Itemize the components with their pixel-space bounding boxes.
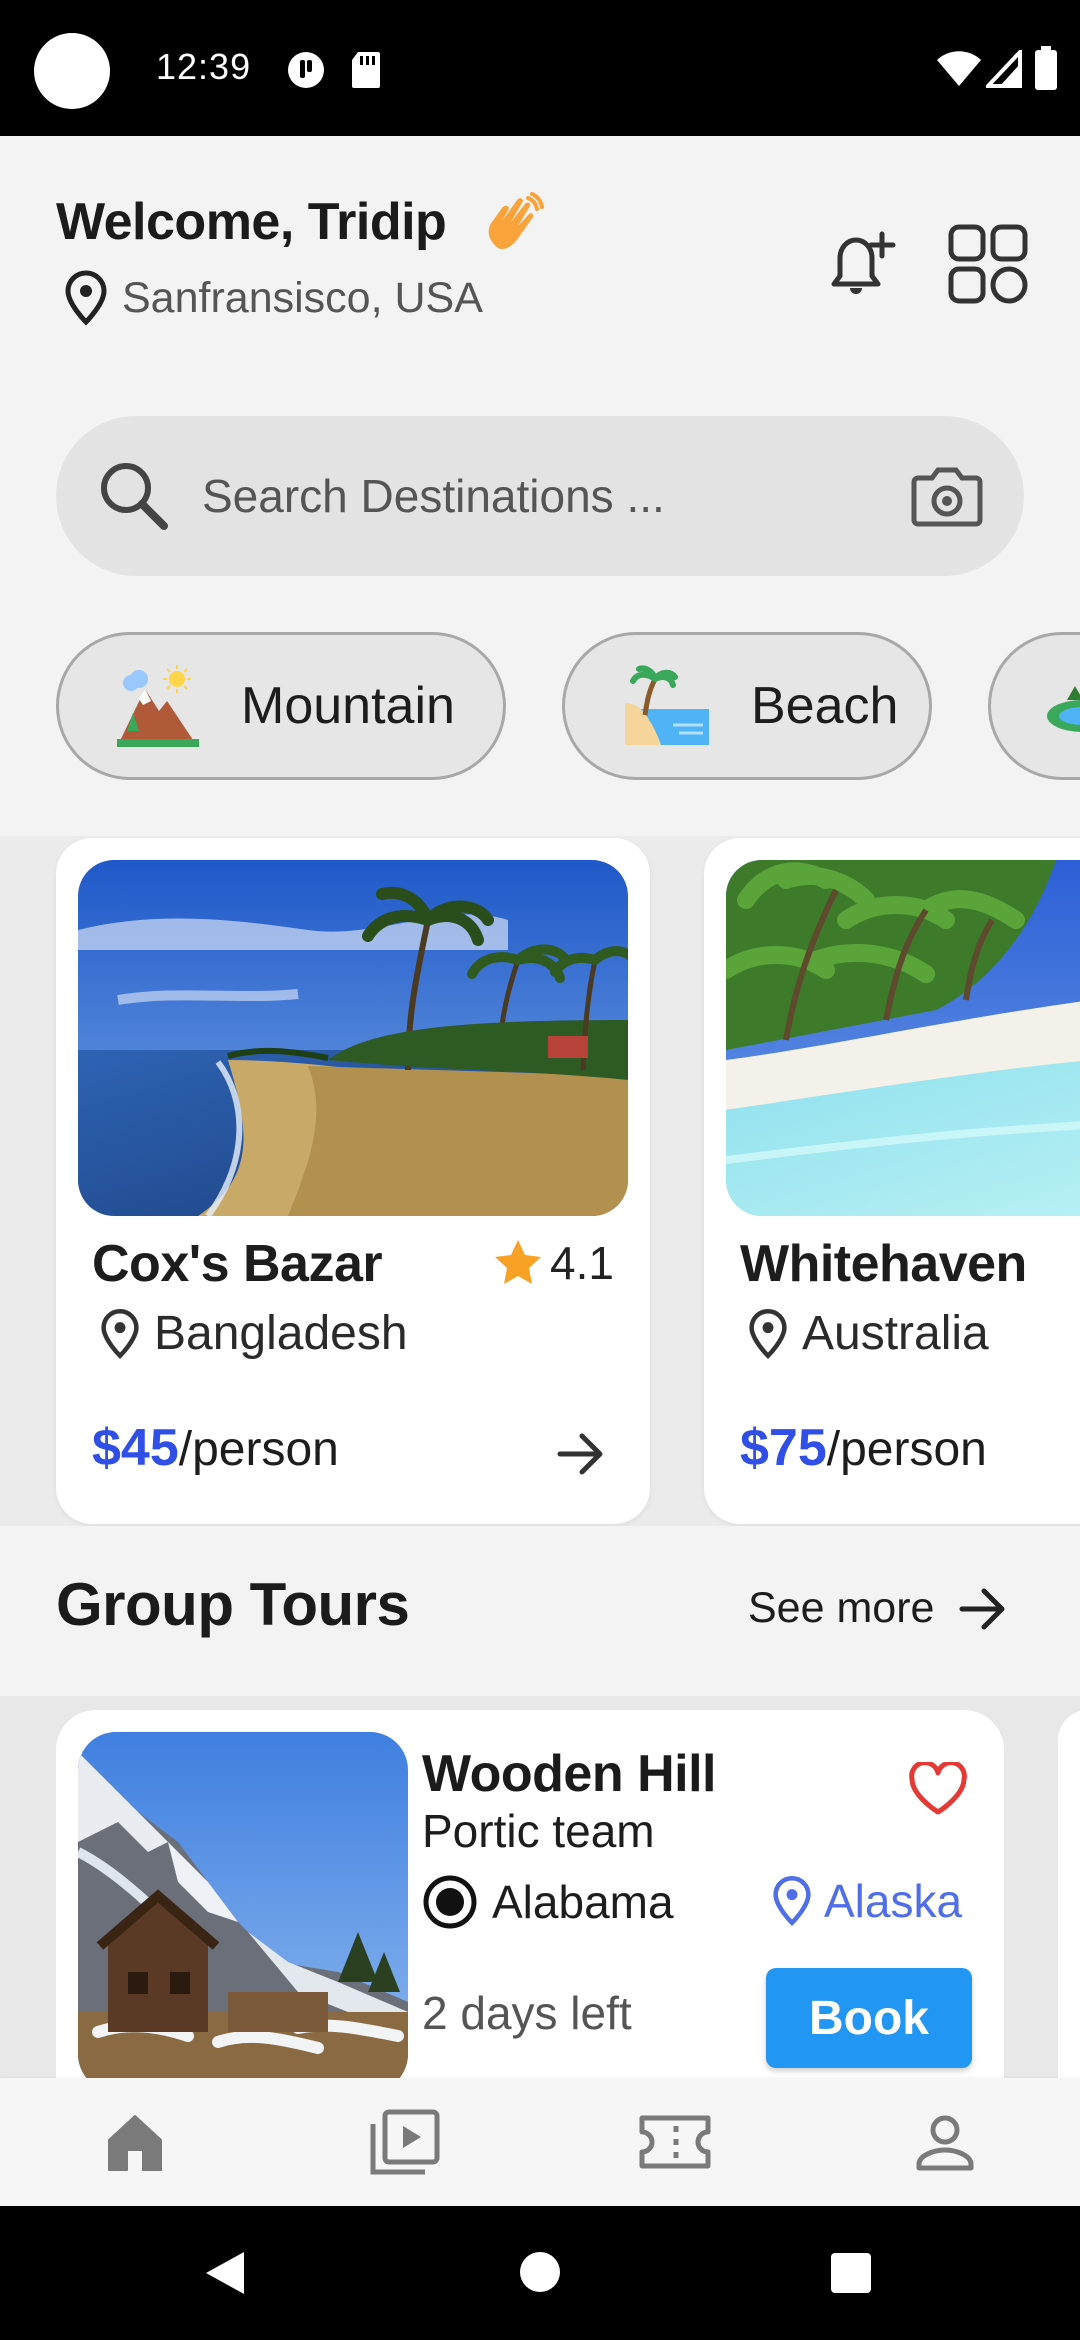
grid-icon[interactable] (948, 224, 1028, 304)
cloud-icon (288, 52, 324, 88)
destination-location: Australia (748, 1306, 989, 1361)
location-row[interactable]: Sanfransisco, USA (64, 270, 483, 326)
location-pin-icon (749, 1308, 787, 1359)
video-library-icon (370, 2109, 440, 2175)
destination-price: $75/person (740, 1418, 987, 1478)
device-frame: 12:39 Welcome, Tridip Sanfransisco, USA … (0, 0, 1080, 2340)
sd-card-icon (352, 52, 380, 88)
location-pin-icon (65, 270, 107, 326)
tour-destination: Alaska (772, 1874, 962, 1928)
destination-photo (726, 860, 1080, 1216)
camera-icon[interactable] (910, 464, 984, 528)
destination-country: Australia (802, 1307, 989, 1360)
category-chip-lake[interactable] (988, 632, 1080, 780)
category-chip-label: Mountain (241, 677, 455, 735)
category-chip-label: Beach (751, 677, 899, 735)
home-button-icon[interactable] (518, 2250, 562, 2294)
tour-name: Wooden Hill (422, 1745, 716, 1803)
arrow-right-icon (959, 1588, 1005, 1629)
nav-profile[interactable] (900, 2102, 990, 2182)
waving-hand-icon (488, 192, 544, 250)
category-chips: Mountain Beach (0, 632, 1080, 782)
category-chip-beach[interactable]: Beach (562, 632, 932, 780)
star-icon (495, 1240, 542, 1284)
book-button[interactable]: Book (766, 1968, 972, 2068)
price-unit: /person (178, 1423, 339, 1476)
tour-team: Portic team (422, 1805, 655, 1857)
beach-icon (625, 665, 709, 745)
tour-origin-text: Alabama (492, 1876, 674, 1928)
origin-dot-icon (423, 1875, 477, 1929)
location-text: Sanfransisco, USA (122, 273, 483, 322)
home-icon (108, 2115, 162, 2171)
destination-name: Cox's Bazar (92, 1235, 383, 1293)
signal-icon (986, 50, 1022, 88)
heart-icon[interactable] (908, 1762, 968, 1816)
destination-location: Bangladesh (100, 1306, 408, 1361)
bell-plus-icon[interactable] (820, 228, 900, 300)
mountain-icon (117, 665, 199, 747)
section-title: Group Tours (56, 1571, 410, 1638)
category-chip-mountain[interactable]: Mountain (56, 632, 506, 780)
arrow-right-icon[interactable] (556, 1432, 606, 1476)
price-unit: /person (826, 1423, 987, 1476)
status-bar: 12:39 (0, 0, 1080, 136)
location-pin-icon (101, 1308, 139, 1359)
search-bar[interactable] (56, 416, 1024, 576)
battery-icon (1035, 46, 1057, 90)
destination-card[interactable]: Cox's Bazar 4.1 Bangladesh $45/person (56, 838, 650, 1524)
tour-card-peek[interactable] (1058, 1710, 1080, 2130)
see-more-label: See more (748, 1584, 935, 1632)
destination-price: $45/person (92, 1418, 339, 1478)
camera-cutout (34, 33, 110, 109)
recents-icon[interactable] (830, 2252, 872, 2294)
price-amount: $45 (92, 1419, 179, 1477)
nav-home[interactable] (90, 2102, 180, 2182)
tour-origin: Alabama (422, 1874, 674, 1930)
search-icon (101, 463, 168, 530)
nav-tickets[interactable] (630, 2102, 720, 2182)
tour-photo (78, 1732, 408, 2092)
lake-icon (1047, 686, 1080, 732)
wifi-icon (937, 51, 981, 86)
nav-videos[interactable] (360, 2102, 450, 2182)
group-tours-header: Group Tours See more (0, 1526, 1080, 1696)
rating-value: 4.1 (550, 1237, 614, 1289)
profile-icon (916, 2115, 974, 2171)
ticket-icon (639, 2115, 711, 2169)
search-input[interactable] (202, 456, 902, 536)
tour-days-left: 2 days left (422, 1987, 632, 2039)
tour-card[interactable]: Wooden Hill Portic team Alabama Alaska 2 (56, 1710, 1004, 2130)
destination-photo (78, 860, 628, 1216)
back-icon[interactable] (204, 2250, 246, 2296)
see-more-button[interactable]: See more (748, 1584, 1008, 1633)
destination-name: Whitehaven (740, 1235, 1027, 1293)
destination-card[interactable]: Whitehaven Australia $75/person (704, 838, 1080, 1524)
home-screen: Welcome, Tridip Sanfransisco, USA Search… (0, 136, 1080, 2206)
price-amount: $75 (740, 1419, 827, 1477)
destination-rating: 4.1 (492, 1236, 614, 1290)
status-time: 12:39 (156, 46, 252, 87)
system-navigation-bar (0, 2206, 1080, 2340)
welcome-heading: Welcome, Tridip (56, 193, 447, 251)
location-pin-icon (773, 1875, 811, 1927)
destination-country: Bangladesh (154, 1307, 408, 1360)
tour-destination-text: Alaska (824, 1875, 963, 1927)
bottom-navigation (0, 2078, 1080, 2206)
